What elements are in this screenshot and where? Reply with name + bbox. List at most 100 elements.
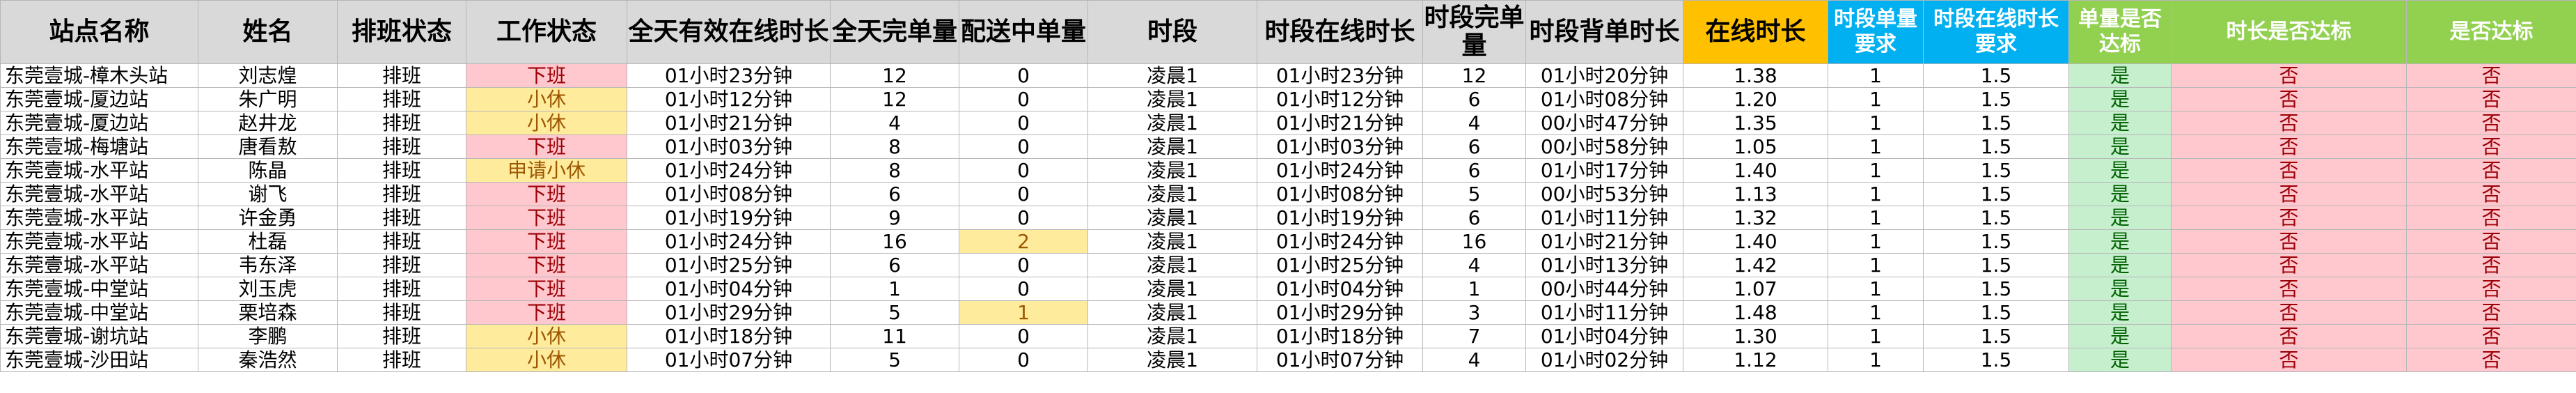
cell-period-carry[interactable]: 01小时04分钟 — [1525, 324, 1683, 348]
cell-pending[interactable]: 0 — [959, 348, 1088, 372]
cell-pending[interactable]: 0 — [959, 87, 1088, 111]
cell-day-done[interactable]: 11 — [830, 324, 959, 348]
cell-day-done[interactable]: 6 — [830, 253, 959, 277]
header-station[interactable]: 站点名称 — [0, 0, 198, 64]
cell-online-hours[interactable]: 1.20 — [1683, 87, 1828, 111]
cell-schedule[interactable]: 排班 — [337, 206, 466, 230]
cell-period-carry[interactable]: 01小时11分钟 — [1525, 300, 1683, 325]
cell-period[interactable]: 凌晨1 — [1087, 348, 1257, 372]
cell-period-done[interactable]: 4 — [1422, 253, 1526, 277]
cell-orders-ok[interactable]: 是 — [2068, 134, 2171, 159]
cell-hours-ok[interactable]: 否 — [2171, 158, 2407, 183]
cell-period-carry[interactable]: 01小时02分钟 — [1525, 348, 1683, 372]
cell-name[interactable]: 栗培森 — [198, 300, 338, 325]
cell-period[interactable]: 凌晨1 — [1087, 229, 1257, 254]
cell-req-hours[interactable]: 1.5 — [1923, 277, 2069, 301]
cell-hours-ok[interactable]: 否 — [2171, 253, 2407, 277]
header-all-ok[interactable]: 是否达标 — [2406, 0, 2576, 64]
cell-period-carry[interactable]: 01小时20分钟 — [1525, 63, 1683, 88]
cell-hours-ok[interactable]: 否 — [2171, 300, 2407, 325]
cell-schedule[interactable]: 排班 — [337, 348, 466, 372]
cell-period-carry[interactable]: 01小时21分钟 — [1525, 229, 1683, 254]
cell-work-status[interactable]: 下班 — [466, 253, 627, 277]
cell-req-hours[interactable]: 1.5 — [1923, 253, 2069, 277]
cell-period-done[interactable]: 12 — [1422, 63, 1526, 88]
cell-period-done[interactable]: 7 — [1422, 324, 1526, 348]
cell-period-carry[interactable]: 00小时47分钟 — [1525, 111, 1683, 135]
cell-period-carry[interactable]: 01小时08分钟 — [1525, 87, 1683, 111]
cell-req-orders[interactable]: 1 — [1828, 206, 1924, 230]
cell-period-done[interactable]: 3 — [1422, 300, 1526, 325]
cell-period-carry[interactable]: 00小时58分钟 — [1525, 134, 1683, 159]
cell-work-status[interactable]: 下班 — [466, 300, 627, 325]
cell-period-online[interactable]: 01小时18分钟 — [1257, 324, 1423, 348]
cell-schedule[interactable]: 排班 — [337, 277, 466, 301]
cell-day-online[interactable]: 01小时24分钟 — [627, 229, 831, 254]
cell-pending[interactable]: 2 — [959, 229, 1088, 254]
cell-period[interactable]: 凌晨1 — [1087, 87, 1257, 111]
cell-day-online[interactable]: 01小时08分钟 — [627, 182, 831, 206]
cell-orders-ok[interactable]: 是 — [2068, 277, 2171, 301]
cell-period-online[interactable]: 01小时03分钟 — [1257, 134, 1423, 159]
header-orders-ok[interactable]: 单量是否达标 — [2068, 0, 2171, 64]
cell-online-hours[interactable]: 1.30 — [1683, 324, 1828, 348]
cell-station[interactable]: 东莞壹城-沙田站 — [0, 348, 198, 372]
cell-day-online[interactable]: 01小时23分钟 — [627, 63, 831, 88]
cell-pending[interactable]: 0 — [959, 63, 1088, 88]
cell-name[interactable]: 赵井龙 — [198, 111, 338, 135]
cell-station[interactable]: 东莞壹城-梅塘站 — [0, 134, 198, 159]
cell-online-hours[interactable]: 1.48 — [1683, 300, 1828, 325]
cell-period-carry[interactable]: 00小时53分钟 — [1525, 182, 1683, 206]
header-req-hours[interactable]: 时段在线时长要求 — [1923, 0, 2069, 64]
cell-period-done[interactable]: 6 — [1422, 134, 1526, 159]
cell-pending[interactable]: 1 — [959, 300, 1088, 325]
cell-work-status[interactable]: 下班 — [466, 206, 627, 230]
cell-req-hours[interactable]: 1.5 — [1923, 63, 2069, 88]
cell-hours-ok[interactable]: 否 — [2171, 206, 2407, 230]
cell-orders-ok[interactable]: 是 — [2068, 63, 2171, 88]
cell-all-ok[interactable]: 否 — [2406, 348, 2576, 372]
header-period-done[interactable]: 时段完单量 — [1422, 0, 1526, 64]
cell-hours-ok[interactable]: 否 — [2171, 134, 2407, 159]
cell-period-carry[interactable]: 01小时17分钟 — [1525, 158, 1683, 183]
cell-station[interactable]: 东莞壹城-樟木头站 — [0, 63, 198, 88]
cell-period[interactable]: 凌晨1 — [1087, 134, 1257, 159]
cell-schedule[interactable]: 排班 — [337, 182, 466, 206]
cell-period-done[interactable]: 4 — [1422, 348, 1526, 372]
cell-period[interactable]: 凌晨1 — [1087, 111, 1257, 135]
header-day-done[interactable]: 全天完单量 — [830, 0, 959, 64]
cell-day-done[interactable]: 12 — [830, 63, 959, 88]
cell-req-hours[interactable]: 1.5 — [1923, 182, 2069, 206]
cell-online-hours[interactable]: 1.12 — [1683, 348, 1828, 372]
cell-work-status[interactable]: 下班 — [466, 277, 627, 301]
cell-all-ok[interactable]: 否 — [2406, 158, 2576, 183]
cell-period-done[interactable]: 1 — [1422, 277, 1526, 301]
cell-all-ok[interactable]: 否 — [2406, 206, 2576, 230]
cell-online-hours[interactable]: 1.38 — [1683, 63, 1828, 88]
cell-orders-ok[interactable]: 是 — [2068, 158, 2171, 183]
cell-day-online[interactable]: 01小时12分钟 — [627, 87, 831, 111]
cell-pending[interactable]: 0 — [959, 277, 1088, 301]
cell-req-orders[interactable]: 1 — [1828, 277, 1924, 301]
cell-req-hours[interactable]: 1.5 — [1923, 87, 2069, 111]
cell-hours-ok[interactable]: 否 — [2171, 348, 2407, 372]
cell-period-done[interactable]: 16 — [1422, 229, 1526, 254]
cell-name[interactable]: 唐看敖 — [198, 134, 338, 159]
cell-schedule[interactable]: 排班 — [337, 111, 466, 135]
cell-hours-ok[interactable]: 否 — [2171, 182, 2407, 206]
cell-work-status[interactable]: 小休 — [466, 324, 627, 348]
cell-day-online[interactable]: 01小时24分钟 — [627, 158, 831, 183]
cell-online-hours[interactable]: 1.07 — [1683, 277, 1828, 301]
cell-period[interactable]: 凌晨1 — [1087, 206, 1257, 230]
cell-online-hours[interactable]: 1.40 — [1683, 229, 1828, 254]
cell-day-online[interactable]: 01小时25分钟 — [627, 253, 831, 277]
cell-day-online[interactable]: 01小时04分钟 — [627, 277, 831, 301]
header-period[interactable]: 时段 — [1087, 0, 1257, 64]
cell-day-done[interactable]: 16 — [830, 229, 959, 254]
header-hours-ok[interactable]: 时长是否达标 — [2171, 0, 2407, 64]
cell-hours-ok[interactable]: 否 — [2171, 229, 2407, 254]
cell-all-ok[interactable]: 否 — [2406, 277, 2576, 301]
cell-period[interactable]: 凌晨1 — [1087, 277, 1257, 301]
cell-period-carry[interactable]: 01小时13分钟 — [1525, 253, 1683, 277]
cell-req-hours[interactable]: 1.5 — [1923, 324, 2069, 348]
